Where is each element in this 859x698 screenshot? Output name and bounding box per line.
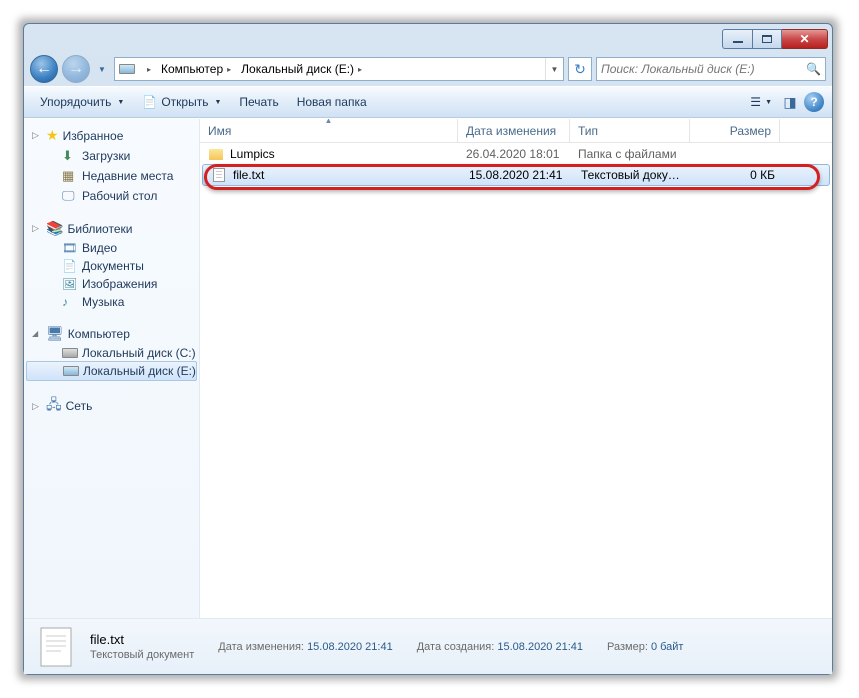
address-dropdown[interactable]: ▼ <box>545 58 563 80</box>
details-modified-label: Дата изменения: <box>218 641 304 653</box>
file-type: Папка с файлами <box>570 147 690 161</box>
close-button[interactable]: ✕ <box>782 29 828 49</box>
desktop-icon: 🖵 <box>62 188 78 204</box>
new-folder-button[interactable]: Новая папка <box>289 91 375 113</box>
file-type: Текстовый докум... <box>573 168 693 182</box>
sidebar-item-drive-c[interactable]: Локальный диск (C:) <box>24 344 199 362</box>
details-size-label: Размер: <box>607 641 648 653</box>
search-input[interactable] <box>601 62 806 76</box>
file-date: 15.08.2020 21:41 <box>461 168 573 182</box>
back-button[interactable]: ← <box>30 55 58 83</box>
details-created-label: Дата создания: <box>417 641 495 653</box>
sidebar-item-drive-e[interactable]: Локальный диск (E:) <box>26 361 197 381</box>
drive-icon <box>63 366 79 376</box>
music-icon: ♪ <box>62 295 78 309</box>
print-button[interactable]: Печать <box>231 91 286 113</box>
sidebar-item-video[interactable]: 🎞Видео <box>24 239 199 257</box>
column-size[interactable]: Размер <box>690 119 780 142</box>
details-pane: file.txt Текстовый документ Дата изменен… <box>24 618 832 674</box>
toolbar: Упорядочить▼ 📄Открыть▼ Печать Новая папк… <box>24 86 832 118</box>
view-icon: ☰ <box>750 95 761 109</box>
sidebar-computer[interactable]: 🖥Компьютер <box>24 323 199 344</box>
star-icon: ★ <box>46 127 59 144</box>
file-list: Имя▲ Дата изменения Тип Размер Lumpics 2… <box>200 119 832 618</box>
search-box[interactable]: 🔍 <box>596 57 826 81</box>
details-file-icon <box>36 626 78 668</box>
details-type: Текстовый документ <box>90 649 194 661</box>
details-modified-value: 15.08.2020 21:41 <box>307 641 393 653</box>
nav-history-dropdown[interactable]: ▼ <box>94 59 110 79</box>
help-button[interactable]: ? <box>804 92 824 112</box>
search-icon: 🔍 <box>806 62 821 76</box>
main-content: ★Избранное ⬇Загрузки ▦Недавние места 🖵Ра… <box>24 118 832 618</box>
organize-button[interactable]: Упорядочить▼ <box>32 91 132 113</box>
navbar: ← → ▼ ▸ Компьютер▸ Локальный диск (E:)▸ … <box>24 52 832 86</box>
file-row-txt[interactable]: file.txt 15.08.2020 21:41 Текстовый доку… <box>202 164 830 186</box>
computer-icon: 🖥 <box>46 325 64 342</box>
sidebar-item-pics[interactable]: 🖼Изображения <box>24 275 199 293</box>
sort-indicator-icon: ▲ <box>325 118 333 125</box>
sidebar: ★Избранное ⬇Загрузки ▦Недавние места 🖵Ра… <box>24 119 200 618</box>
document-icon: 📄 <box>62 259 78 273</box>
sidebar-favorites[interactable]: ★Избранное <box>24 125 199 146</box>
breadcrumb-computer[interactable]: Компьютер▸ <box>157 58 237 80</box>
sidebar-item-recent[interactable]: ▦Недавние места <box>24 166 199 186</box>
downloads-icon: ⬇ <box>62 148 78 164</box>
file-name: file.txt <box>233 168 264 182</box>
file-name: Lumpics <box>230 147 275 161</box>
sidebar-item-downloads[interactable]: ⬇Загрузки <box>24 146 199 166</box>
preview-pane-button[interactable]: ◨ <box>778 90 802 114</box>
network-icon: 🖧 <box>46 394 62 418</box>
sidebar-item-music[interactable]: ♪Музыка <box>24 293 199 311</box>
column-date[interactable]: Дата изменения <box>458 119 570 142</box>
view-mode-button[interactable]: ☰▼ <box>746 93 776 111</box>
column-type[interactable]: Тип <box>570 119 690 142</box>
recent-icon: ▦ <box>62 168 78 184</box>
folder-icon <box>208 146 224 162</box>
pictures-icon: 🖼 <box>62 277 78 291</box>
details-size-value: 0 байт <box>651 641 684 653</box>
file-row-folder[interactable]: Lumpics 26.04.2020 18:01 Папка с файлами <box>200 143 832 165</box>
forward-button[interactable]: → <box>62 55 90 83</box>
refresh-button[interactable]: ↻ <box>568 57 592 81</box>
minimize-button[interactable] <box>722 29 752 49</box>
libraries-icon: 📚 <box>46 220 63 237</box>
file-date: 26.04.2020 18:01 <box>458 147 570 161</box>
text-file-icon <box>211 167 227 183</box>
explorer-window: ✕ ← → ▼ ▸ Компьютер▸ Локальный диск (E:)… <box>23 23 833 675</box>
titlebar: ✕ <box>24 24 832 52</box>
sidebar-item-docs[interactable]: 📄Документы <box>24 257 199 275</box>
sidebar-network[interactable]: 🖧Сеть <box>24 392 199 420</box>
maximize-button[interactable] <box>752 29 782 49</box>
open-icon: 📄 <box>142 95 157 109</box>
drive-icon <box>62 348 78 358</box>
column-headers: Имя▲ Дата изменения Тип Размер <box>200 119 832 143</box>
file-rows: Lumpics 26.04.2020 18:01 Папка с файлами… <box>200 143 832 618</box>
open-button[interactable]: 📄Открыть▼ <box>134 91 229 113</box>
breadcrumb-drive-e[interactable]: Локальный диск (E:)▸ <box>237 58 368 80</box>
sidebar-libraries[interactable]: 📚Библиотеки <box>24 218 199 239</box>
details-created-value: 15.08.2020 21:41 <box>497 641 583 653</box>
details-name: file.txt <box>90 632 194 647</box>
breadcrumb-root[interactable]: ▸ <box>139 58 157 80</box>
video-icon: 🎞 <box>62 241 78 255</box>
address-bar[interactable]: ▸ Компьютер▸ Локальный диск (E:)▸ ▼ <box>114 57 564 81</box>
sidebar-item-desktop[interactable]: 🖵Рабочий стол <box>24 186 199 206</box>
file-size: 0 КБ <box>693 168 783 182</box>
column-name[interactable]: Имя▲ <box>200 119 458 142</box>
drive-icon <box>119 61 135 77</box>
